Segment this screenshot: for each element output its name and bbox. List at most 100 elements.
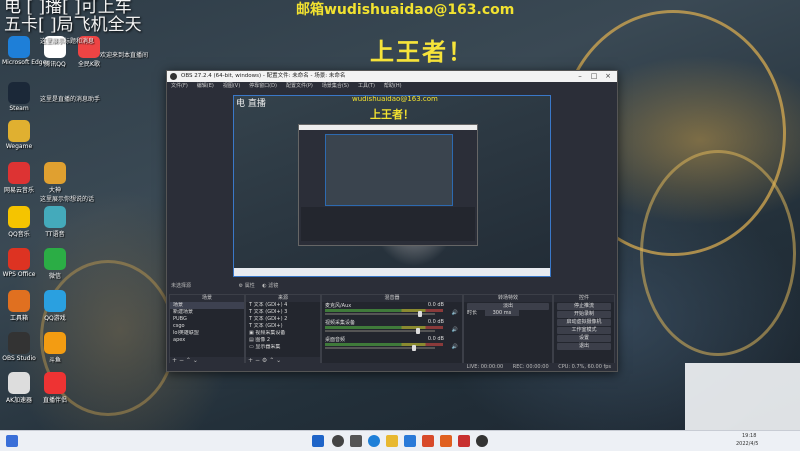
source-properties-button[interactable]: 属性 bbox=[245, 283, 255, 289]
maximize-icon[interactable]: □ bbox=[587, 71, 601, 82]
edge-icon[interactable] bbox=[368, 435, 380, 447]
source-item[interactable]: T 文本 (GDI+) 4 bbox=[246, 302, 320, 309]
app-icon bbox=[44, 248, 66, 270]
clock-date[interactable]: 2022/4/5 bbox=[736, 441, 758, 447]
desktop-note: 这里展示标题和消息 bbox=[40, 38, 95, 45]
app-icon[interactable] bbox=[440, 435, 452, 447]
minimize-icon[interactable]: – bbox=[573, 71, 587, 82]
menu-docks[interactable]: 停靠窗口(D) bbox=[249, 82, 277, 91]
gear-icon[interactable]: ⚙ bbox=[239, 283, 243, 289]
volume-knob[interactable] bbox=[411, 345, 416, 351]
app-icon bbox=[44, 290, 66, 312]
filter-icon[interactable]: ◐ bbox=[262, 283, 266, 289]
source-item[interactable]: T 文本 (GDI+) 2 bbox=[246, 316, 320, 323]
cpu-status: CPU: 0.7%, 60.00 fps bbox=[558, 364, 611, 370]
menu-view[interactable]: 视图(V) bbox=[223, 82, 240, 91]
stop-streaming-button[interactable]: 停止推流 bbox=[557, 303, 611, 310]
obs-titlebar[interactable]: OBS 27.2.4 (64-bit, windows) - 配置文件: 未命名… bbox=[167, 71, 617, 82]
transition-select[interactable]: 淡出 bbox=[467, 303, 549, 310]
volume-knob[interactable] bbox=[416, 328, 421, 334]
desktop-icon-label: 全民K歌 bbox=[78, 61, 100, 68]
scene-item[interactable]: lol英雄联盟 bbox=[170, 330, 244, 337]
desktop-icon[interactable]: TT语音 bbox=[38, 206, 72, 238]
nested-preview bbox=[325, 134, 453, 206]
stream-overlay-left: 电 [ ]播[ ]可上车 五卡[ ]局飞机全天 bbox=[4, 0, 142, 34]
menu-help[interactable]: 帮助(H) bbox=[384, 82, 402, 91]
sources-dock: 来源 T 文本 (GDI+) 4 T 文本 (GDI+) 3 T 文本 (GDI… bbox=[245, 294, 321, 366]
widgets-icon[interactable] bbox=[6, 435, 18, 447]
source-item[interactable]: ▣ 视频采集设备 bbox=[246, 330, 320, 337]
desktop-icon[interactable]: QQ游戏 bbox=[38, 290, 72, 322]
desktop-icon-label: 腾讯QQ bbox=[44, 61, 66, 68]
app-icon bbox=[8, 120, 30, 142]
scene-item[interactable]: apex bbox=[170, 337, 244, 344]
menu-tools[interactable]: 工具(T) bbox=[358, 82, 375, 91]
controls-dock: 控件 停止推流 开始录制 启动虚拟摄像机 工作室模式 设置 退出 bbox=[553, 294, 615, 366]
menu-edit[interactable]: 编辑(E) bbox=[197, 82, 214, 91]
speaker-icon[interactable]: 🔊 bbox=[452, 344, 458, 350]
menu-profile[interactable]: 配置文件(P) bbox=[286, 82, 313, 91]
menu-scene-collection[interactable]: 场景集合(S) bbox=[322, 82, 349, 91]
desktop-icon[interactable]: 工具箱 bbox=[2, 290, 36, 322]
source-item[interactable]: ▤ 图像 2 bbox=[246, 337, 320, 344]
desktop-icon[interactable]: Microsoft Edge bbox=[2, 36, 46, 66]
volume-meter bbox=[325, 343, 443, 346]
source-item[interactable]: T 文本 (GDI+) 3 bbox=[246, 309, 320, 316]
close-icon[interactable]: × bbox=[601, 71, 615, 82]
transitions-title: 转场特效 bbox=[464, 295, 552, 302]
channel-db: 0.0 dB bbox=[427, 302, 444, 308]
desktop-icon[interactable]: Steam bbox=[2, 82, 36, 112]
desktop-icon-label: Steam bbox=[9, 105, 29, 112]
search-icon[interactable] bbox=[332, 435, 344, 447]
obs-menubar: 文件(F) 编辑(E) 视图(V) 停靠窗口(D) 配置文件(P) 场景集合(S… bbox=[167, 82, 617, 91]
app-icon bbox=[8, 290, 30, 312]
desktop-icon[interactable]: OBS Studio bbox=[2, 332, 36, 362]
app-icon[interactable] bbox=[458, 435, 470, 447]
app-icon bbox=[8, 36, 30, 58]
desktop-icon[interactable]: WPS Office bbox=[2, 248, 36, 278]
source-filters-button[interactable]: 滤镜 bbox=[268, 283, 278, 289]
start-icon[interactable] bbox=[312, 435, 324, 447]
taskbar: 19:18 2022/4/5 bbox=[0, 430, 800, 451]
desktop-icon[interactable]: 斗鱼 bbox=[38, 332, 72, 364]
store-icon[interactable] bbox=[404, 435, 416, 447]
studio-mode-button[interactable]: 工作室模式 bbox=[557, 327, 611, 334]
desktop-icon[interactable]: 网易云音乐 bbox=[2, 162, 36, 194]
source-item[interactable]: T 文本 (GDI+) bbox=[246, 323, 320, 330]
menu-file[interactable]: 文件(F) bbox=[171, 82, 188, 91]
exit-button[interactable]: 退出 bbox=[557, 343, 611, 350]
channel-db: 0.0 dB bbox=[427, 319, 444, 325]
clock-time[interactable]: 19:18 bbox=[742, 433, 756, 439]
speaker-icon[interactable]: 🔊 bbox=[452, 310, 458, 316]
virtual-camera-button[interactable]: 启动虚拟摄像机 bbox=[557, 319, 611, 326]
scene-item[interactable]: PUBG bbox=[170, 316, 244, 323]
scene-item[interactable]: csgo bbox=[170, 323, 244, 330]
wallpaper-ornament bbox=[640, 150, 796, 356]
desktop-icon[interactable]: QQ音乐 bbox=[2, 206, 36, 238]
obs-statusbar: LIVE: 00:00:00 REC: 00:00:00 CPU: 0.7%, … bbox=[167, 363, 617, 371]
nested-docks bbox=[301, 207, 475, 241]
scene-item[interactable]: 新建场景 bbox=[170, 309, 244, 316]
settings-button[interactable]: 设置 bbox=[557, 335, 611, 342]
scenes-dock: 场景 场景 新建场景 PUBG csgo lol英雄联盟 apex + − ⌃ … bbox=[169, 294, 245, 366]
source-item[interactable]: ▭ 显示器采集 bbox=[246, 344, 320, 351]
scene-item[interactable]: 场景 bbox=[170, 302, 244, 309]
volume-slider[interactable] bbox=[325, 345, 435, 351]
desktop-icon[interactable]: Wegame bbox=[2, 120, 36, 150]
speaker-icon[interactable]: 🔊 bbox=[452, 327, 458, 333]
start-recording-button[interactable]: 开始录制 bbox=[557, 311, 611, 318]
obs-preview[interactable]: 电 直播 wudishuaidao@163.com 上王者！ bbox=[233, 95, 551, 277]
office-icon[interactable] bbox=[422, 435, 434, 447]
file-explorer-icon[interactable] bbox=[386, 435, 398, 447]
obs-taskbar-icon[interactable] bbox=[476, 435, 488, 447]
volume-slider[interactable] bbox=[325, 311, 435, 317]
duration-input[interactable]: 300 ms bbox=[484, 310, 520, 316]
desktop-icon[interactable]: 微信 bbox=[38, 248, 72, 280]
volume-meter bbox=[325, 326, 443, 329]
volume-slider[interactable] bbox=[325, 328, 435, 334]
desktop-icon[interactable]: 直播伴侣 bbox=[38, 372, 72, 404]
volume-knob[interactable] bbox=[418, 311, 423, 317]
desktop-icon[interactable]: 大神 bbox=[38, 162, 72, 194]
task-view-icon[interactable] bbox=[350, 435, 362, 447]
desktop-icon[interactable]: AK加速器 bbox=[2, 372, 36, 404]
